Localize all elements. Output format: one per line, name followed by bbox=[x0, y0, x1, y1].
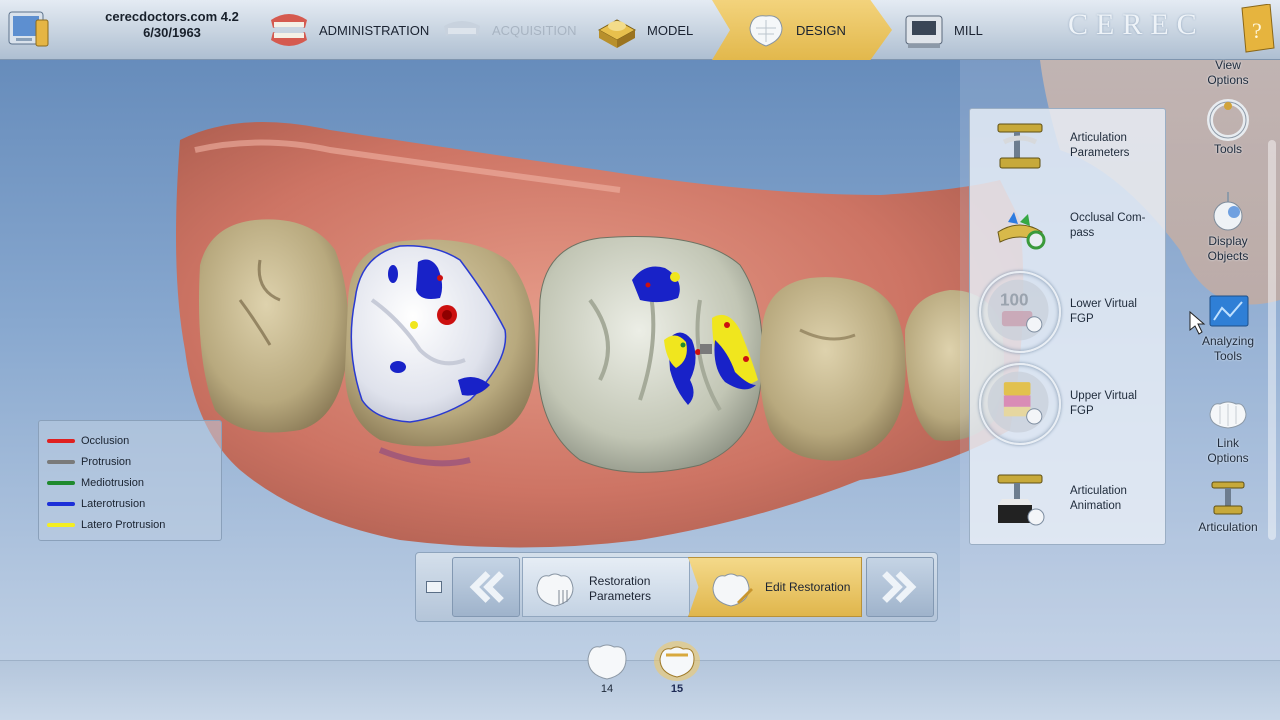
help-icon[interactable]: ? bbox=[1238, 4, 1276, 54]
phase-model-label: MODEL bbox=[647, 22, 694, 38]
dentures-icon bbox=[271, 14, 307, 46]
phase-mill[interactable]: MILL bbox=[900, 0, 983, 60]
contact-legend: Occlusion Protrusion Mediotrusion Latero… bbox=[38, 420, 222, 541]
restoration-parameters-label: Restoration Parameters bbox=[589, 574, 652, 603]
articulation-button[interactable]: Articulation bbox=[1188, 476, 1268, 535]
step-restoration-parameters[interactable]: Restoration Parameters bbox=[522, 557, 690, 617]
milling-unit-icon bbox=[905, 15, 943, 48]
crown-icon bbox=[749, 15, 783, 47]
articulation-label: Articulation bbox=[1198, 520, 1258, 534]
link-options-button[interactable]: Link Options bbox=[1188, 392, 1268, 466]
articulation-popup: Articulation Parameters Occlusal Com-pas… bbox=[969, 108, 1166, 545]
display-objects-button[interactable]: Display Objects bbox=[1188, 190, 1268, 264]
lower-virtual-fgp-button[interactable]: 100 Lower Virtual FGP bbox=[970, 271, 1167, 355]
analyzing-tools-label: Analyzing Tools bbox=[1201, 334, 1255, 363]
legend-item: Laterotrusion bbox=[47, 493, 221, 514]
link-teeth-icon bbox=[1209, 401, 1247, 429]
legend-item: Latero Protrusion bbox=[47, 514, 221, 535]
right-scrollbar[interactable] bbox=[1268, 140, 1276, 540]
brand-logo: CEREC bbox=[1068, 8, 1205, 41]
phase-design[interactable]: DESIGN bbox=[712, 0, 892, 60]
legend-swatch-protrusion bbox=[47, 459, 75, 464]
svg-text:?: ? bbox=[1252, 18, 1262, 43]
cerec-logo-icon[interactable] bbox=[6, 6, 52, 52]
collapse-toggle[interactable] bbox=[426, 581, 442, 593]
articulation-parameters-label: Articulation Parameters bbox=[1070, 132, 1130, 159]
analyzing-tools-button[interactable]: Analyzing Tools bbox=[1188, 290, 1268, 364]
phase-acquisition-label: ACQUISITION bbox=[492, 22, 577, 38]
legend-label: Occlusion bbox=[81, 434, 130, 447]
phase-model[interactable]: MODEL bbox=[593, 0, 693, 60]
phase-mill-label: MILL bbox=[954, 22, 983, 38]
articulation-parameters-button[interactable]: Articulation Parameters bbox=[970, 109, 1167, 189]
lower-fgp-icon: 100 bbox=[987, 279, 1049, 341]
next-step-button[interactable] bbox=[866, 557, 934, 617]
tools-ring-icon bbox=[1207, 99, 1249, 141]
double-chevron-left-icon bbox=[469, 571, 504, 603]
tooth-number: 15 bbox=[670, 683, 684, 695]
lower-virtual-fgp-label: Lower Virtual FGP bbox=[1070, 298, 1137, 325]
occlusal-compass-label: Occlusal Com-pass bbox=[1070, 212, 1146, 239]
step-navigation-bar: Restoration Parameters Edit Restoration bbox=[415, 552, 938, 622]
model-block-icon bbox=[597, 19, 637, 48]
app-title-line1: cerecdoctors.com 4.2 bbox=[105, 9, 239, 24]
tooth-selector-bar: 14 15 bbox=[0, 641, 1280, 720]
edit-restoration-label: Edit Restoration bbox=[765, 580, 851, 594]
app-title-line2: 6/30/1963 bbox=[143, 25, 201, 40]
legend-swatch-latero-protrusion bbox=[47, 522, 75, 527]
legend-swatch-mediotrusion bbox=[47, 480, 75, 485]
display-objects-icon bbox=[1213, 192, 1243, 231]
view-options-button[interactable]: View Options bbox=[1188, 58, 1268, 88]
occlusal-compass-icon bbox=[997, 212, 1046, 250]
articulator-icon bbox=[997, 123, 1043, 169]
articulation-animation-button[interactable]: Articulation Animation bbox=[970, 462, 1167, 542]
legend-label: Laterotrusion bbox=[81, 497, 146, 510]
phase-design-label: DESIGN bbox=[796, 22, 846, 38]
articulation-animation-label: Articulation Animation bbox=[1070, 485, 1127, 512]
edit-crown-icon bbox=[712, 573, 753, 607]
analyzing-tools-icon bbox=[1209, 295, 1249, 327]
view-options-label: View Options bbox=[1207, 58, 1249, 87]
occlusal-compass-button[interactable]: Occlusal Com-pass bbox=[970, 189, 1167, 269]
legend-item: Protrusion bbox=[47, 451, 221, 472]
phase-administration[interactable]: ADMINISTRATION bbox=[265, 0, 429, 60]
lower-fgp-ring: 100 bbox=[979, 271, 1061, 353]
articulation-animation-icon bbox=[997, 474, 1045, 526]
phase-administration-label: ADMINISTRATION bbox=[319, 22, 430, 38]
phase-acquisition[interactable]: ACQUISITION bbox=[438, 0, 577, 60]
upper-fgp-ring bbox=[979, 363, 1061, 445]
tools-label: Tools bbox=[1213, 142, 1242, 156]
legend-swatch-laterotrusion bbox=[47, 501, 75, 506]
step-edit-restoration[interactable]: Edit Restoration bbox=[688, 557, 862, 617]
display-objects-label: Display Objects bbox=[1207, 234, 1249, 263]
tooth-icon bbox=[587, 644, 627, 680]
legend-label: Mediotrusion bbox=[81, 476, 144, 489]
legend-label: Protrusion bbox=[81, 455, 132, 468]
selected-tooth-icon bbox=[654, 641, 700, 681]
legend-swatch-occlusion bbox=[47, 438, 75, 443]
app-title: cerecdoctors.com 4.2 6/30/1963 bbox=[82, 9, 262, 41]
fgp-badge: 100 bbox=[1000, 290, 1029, 309]
upper-fgp-icon bbox=[987, 371, 1049, 433]
legend-item: Mediotrusion bbox=[47, 472, 221, 493]
top-toolbar: cerecdoctors.com 4.2 6/30/1963 ADMINISTR… bbox=[0, 0, 1280, 60]
double-chevron-right-icon bbox=[882, 571, 917, 603]
legend-item: Occlusion bbox=[47, 430, 221, 451]
crown-parameters-icon bbox=[536, 573, 574, 607]
tooth-14-tab[interactable]: 14 bbox=[579, 639, 635, 695]
tools-button[interactable]: Tools bbox=[1188, 98, 1268, 157]
tooth-15-tab[interactable]: 15 bbox=[649, 639, 705, 695]
legend-label: Latero Protrusion bbox=[81, 518, 166, 531]
upper-virtual-fgp-button[interactable]: Upper Virtual FGP bbox=[970, 363, 1167, 447]
scan-teeth-icon bbox=[444, 21, 480, 36]
previous-step-button[interactable] bbox=[452, 557, 520, 617]
link-options-label: Link Options bbox=[1207, 436, 1249, 465]
upper-virtual-fgp-label: Upper Virtual FGP bbox=[1070, 390, 1137, 417]
tooth-number: 14 bbox=[600, 683, 614, 695]
articulator-icon bbox=[1211, 481, 1245, 515]
